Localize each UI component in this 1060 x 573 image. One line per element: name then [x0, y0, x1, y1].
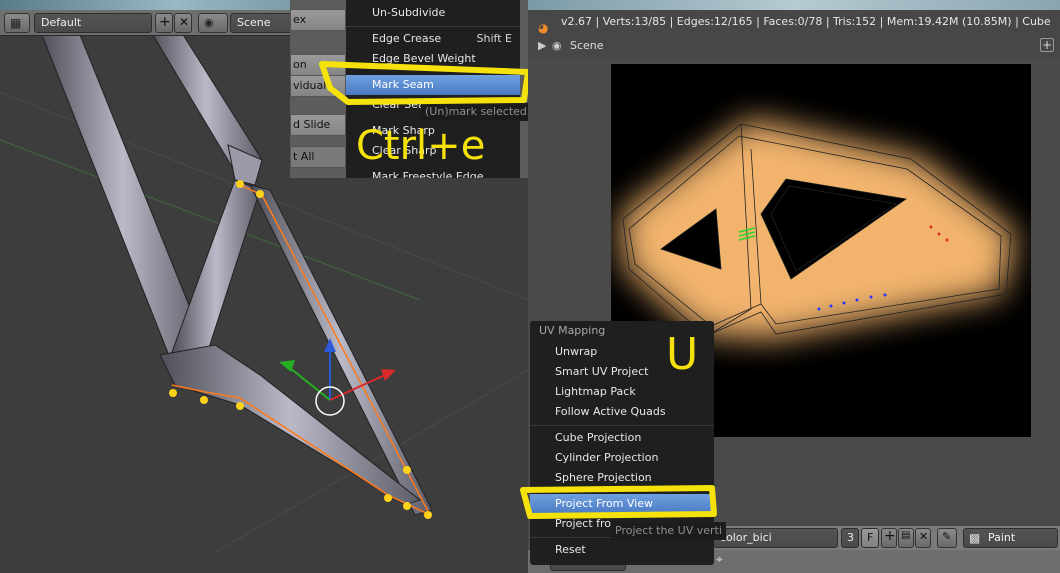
- unlink-image-icon[interactable]: ✕: [915, 528, 931, 548]
- annotation-highlight-box: [319, 61, 531, 105]
- pin-icon[interactable]: ✎: [937, 528, 957, 548]
- shortcut-label: Shift E: [476, 32, 512, 45]
- open-image-icon[interactable]: ▤: [898, 528, 914, 548]
- add-icon[interactable]: +: [1040, 38, 1054, 52]
- fake-user-toggle[interactable]: F: [861, 528, 879, 548]
- side-tab[interactable]: t All: [290, 146, 346, 168]
- new-image-icon[interactable]: +: [881, 528, 897, 548]
- menu-item-edge-crease[interactable]: Edge Crease Shift E: [346, 29, 520, 49]
- expand-arrow-icon[interactable]: ▶: [538, 39, 546, 52]
- image-users-count[interactable]: 3: [841, 528, 859, 548]
- menu-item-cube-projection[interactable]: Cube Projection: [530, 428, 714, 448]
- scene-icon: ◉: [204, 16, 214, 29]
- scene-type-button[interactable]: ◉: [198, 13, 228, 33]
- scene-selector[interactable]: Scene: [230, 13, 292, 33]
- outliner-header: ▶ ◉ Scene +: [528, 34, 1060, 58]
- info-bar: ◕ v2.67 | Verts:13/85 | Edges:12/165 | F…: [528, 10, 1060, 35]
- tooltip-project-from-view: Project the UV verti: [611, 522, 726, 540]
- grid-menu-icon: ▦: [10, 16, 22, 30]
- window-title-stripe: [528, 0, 1060, 10]
- paint-checker-icon: ▩: [969, 531, 981, 545]
- menu-item-cylinder-projection[interactable]: Cylinder Projection: [530, 448, 714, 468]
- close-layout-icon[interactable]: ✕: [174, 13, 192, 33]
- image-name-field[interactable]: color_bici: [713, 528, 838, 548]
- side-tab[interactable]: d Slide: [290, 114, 346, 136]
- scene-name: Scene: [570, 39, 604, 52]
- side-tab[interactable]: ex: [290, 9, 346, 31]
- menu-item-lightmap-pack[interactable]: Lightmap Pack: [530, 382, 714, 402]
- annotation-highlight-box: [520, 485, 717, 519]
- menu-item-reset[interactable]: Reset: [530, 540, 714, 560]
- add-layout-icon[interactable]: +: [155, 13, 173, 33]
- info-stats: v2.67 | Verts:13/85 | Edges:12/165 | Fac…: [561, 15, 1051, 28]
- annotation-ctrl-e: Ctrl+e: [356, 123, 486, 169]
- viewport-footer-spacer: [0, 553, 528, 573]
- editor-type-button[interactable]: ▦: [4, 13, 30, 33]
- snap-icon[interactable]: ⌖: [716, 552, 723, 567]
- uv-menu-title: UV Mapping: [539, 324, 606, 337]
- menu-item-follow-active-quads[interactable]: Follow Active Quads: [530, 402, 714, 422]
- layout-selector[interactable]: Default: [34, 13, 152, 33]
- annotation-u: U: [666, 329, 699, 380]
- scene-icon: ◉: [552, 39, 562, 52]
- menu-item-un-subdivide[interactable]: Un-Subdivide: [346, 3, 520, 23]
- uv-editor-header: color_bici 3 F + ▤ ✕ ✎ Paint ▩: [713, 526, 1060, 550]
